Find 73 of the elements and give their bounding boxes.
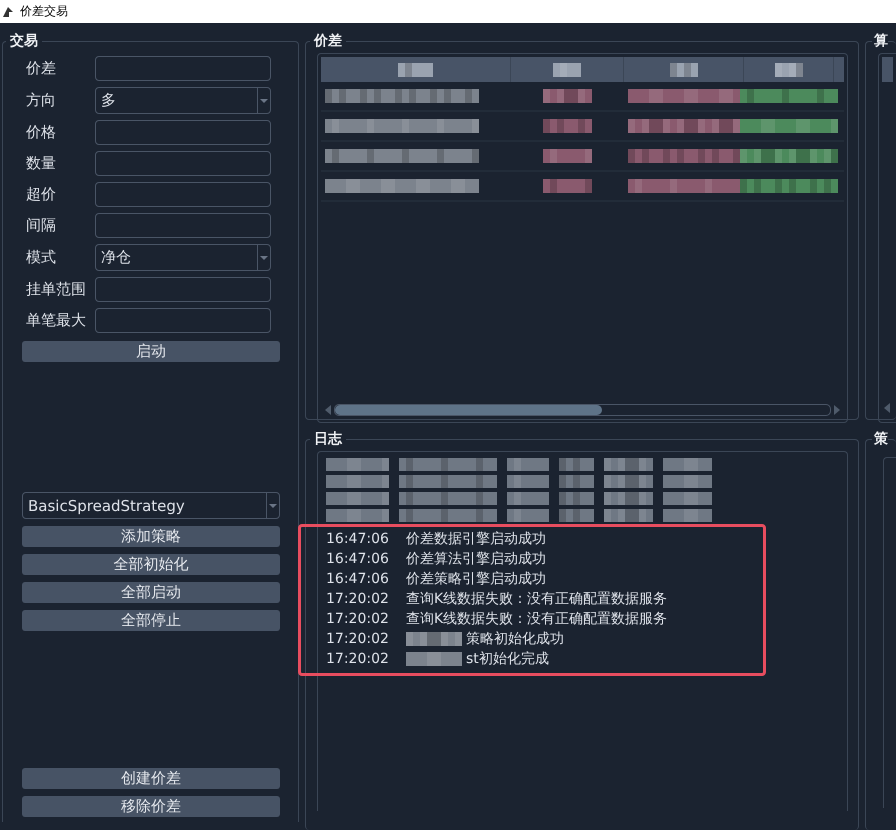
pixelated-text: [507, 492, 549, 505]
group-title: 算: [873, 32, 888, 50]
pixelated-text: [604, 475, 653, 488]
action-button[interactable]: 全部启动: [22, 582, 280, 603]
caret-icon: [260, 98, 268, 102]
group-title: 交易: [9, 32, 39, 50]
group-title: 日志: [313, 430, 344, 448]
start-button[interactable]: 启动: [22, 341, 280, 362]
input-field[interactable]: [95, 277, 271, 302]
log-message: 价差策略引擎启动成功: [406, 570, 546, 589]
pixelated-text: [663, 458, 712, 471]
pixelated-text: [507, 509, 549, 522]
field-label: 价差: [25, 59, 57, 78]
pixelated-text: [559, 509, 594, 522]
pixelated-text: [326, 492, 389, 505]
pixelated-text: [559, 475, 594, 488]
caret-icon: [269, 504, 277, 508]
action-button[interactable]: 添加策略: [22, 526, 280, 547]
window-title: 价差交易: [20, 3, 68, 20]
caret-icon: [260, 256, 268, 260]
log-time: 16:47:06: [326, 570, 390, 589]
dropdown[interactable]: 多: [95, 87, 271, 114]
group-title: 价差: [312, 32, 343, 50]
log-message: 价差数据引擎启动成功: [406, 530, 546, 549]
input-field[interactable]: [95, 182, 271, 207]
pixelated-text: [663, 475, 712, 488]
log-time: 16:47:06: [326, 530, 390, 549]
input-field[interactable]: [95, 151, 271, 176]
dropdown[interactable]: 净仓: [95, 244, 271, 271]
pixelated-text: [604, 492, 653, 505]
pixelated-text: [406, 652, 462, 666]
input-field[interactable]: [95, 56, 271, 81]
log-time: 16:47:06: [326, 550, 390, 569]
pixelated-text: [326, 509, 389, 522]
action-button[interactable]: 创建价差: [22, 768, 280, 789]
action-button[interactable]: 全部停止: [22, 610, 280, 631]
input-field[interactable]: [95, 213, 271, 238]
log-message: 查询K线数据失败：没有正确配置数据服务: [406, 610, 668, 629]
pixelated-text: [604, 458, 653, 471]
pixelated-text: [604, 509, 653, 522]
strategy-dropdown[interactable]: BasicSpreadStrategy: [22, 492, 280, 519]
field-label: 模式: [25, 248, 57, 267]
field-label: 单笔最大: [25, 311, 87, 330]
log-message: st初始化完成: [466, 650, 549, 669]
field-label: 超价: [25, 185, 57, 204]
pixelated-text: [507, 458, 549, 471]
pixelated-text: [559, 458, 594, 471]
log-time: 17:20:02: [326, 610, 390, 629]
pixelated-text: [559, 492, 594, 505]
app-icon: [2, 6, 14, 18]
input-field[interactable]: [95, 308, 271, 333]
action-button[interactable]: 全部初始化: [22, 554, 280, 575]
group-title: 策: [873, 430, 888, 448]
field-label: 间隔: [25, 216, 57, 235]
field-label: 挂单范围: [25, 280, 87, 299]
pixelated-text: [326, 475, 389, 488]
log-message: 策略初始化成功: [466, 630, 564, 649]
pixelated-text: [406, 632, 462, 646]
log-time: 17:20:02: [326, 590, 390, 609]
input-field[interactable]: [95, 120, 271, 145]
field-label: 数量: [25, 154, 57, 173]
log-message: 查询K线数据失败：没有正确配置数据服务: [406, 590, 668, 609]
pixelated-text: [663, 492, 712, 505]
pixelated-text: [326, 458, 389, 471]
action-button[interactable]: 移除价差: [22, 796, 280, 817]
log-time: 17:20:02: [326, 630, 390, 649]
field-label: 价格: [25, 123, 57, 142]
log-message: 价差算法引擎启动成功: [406, 550, 546, 569]
log-time: 17:20:02: [326, 650, 390, 669]
horizontal-scrollbar[interactable]: [325, 403, 840, 417]
pixelated-text: [663, 509, 712, 522]
field-label: 方向: [25, 91, 57, 110]
pixelated-text: [507, 475, 549, 488]
